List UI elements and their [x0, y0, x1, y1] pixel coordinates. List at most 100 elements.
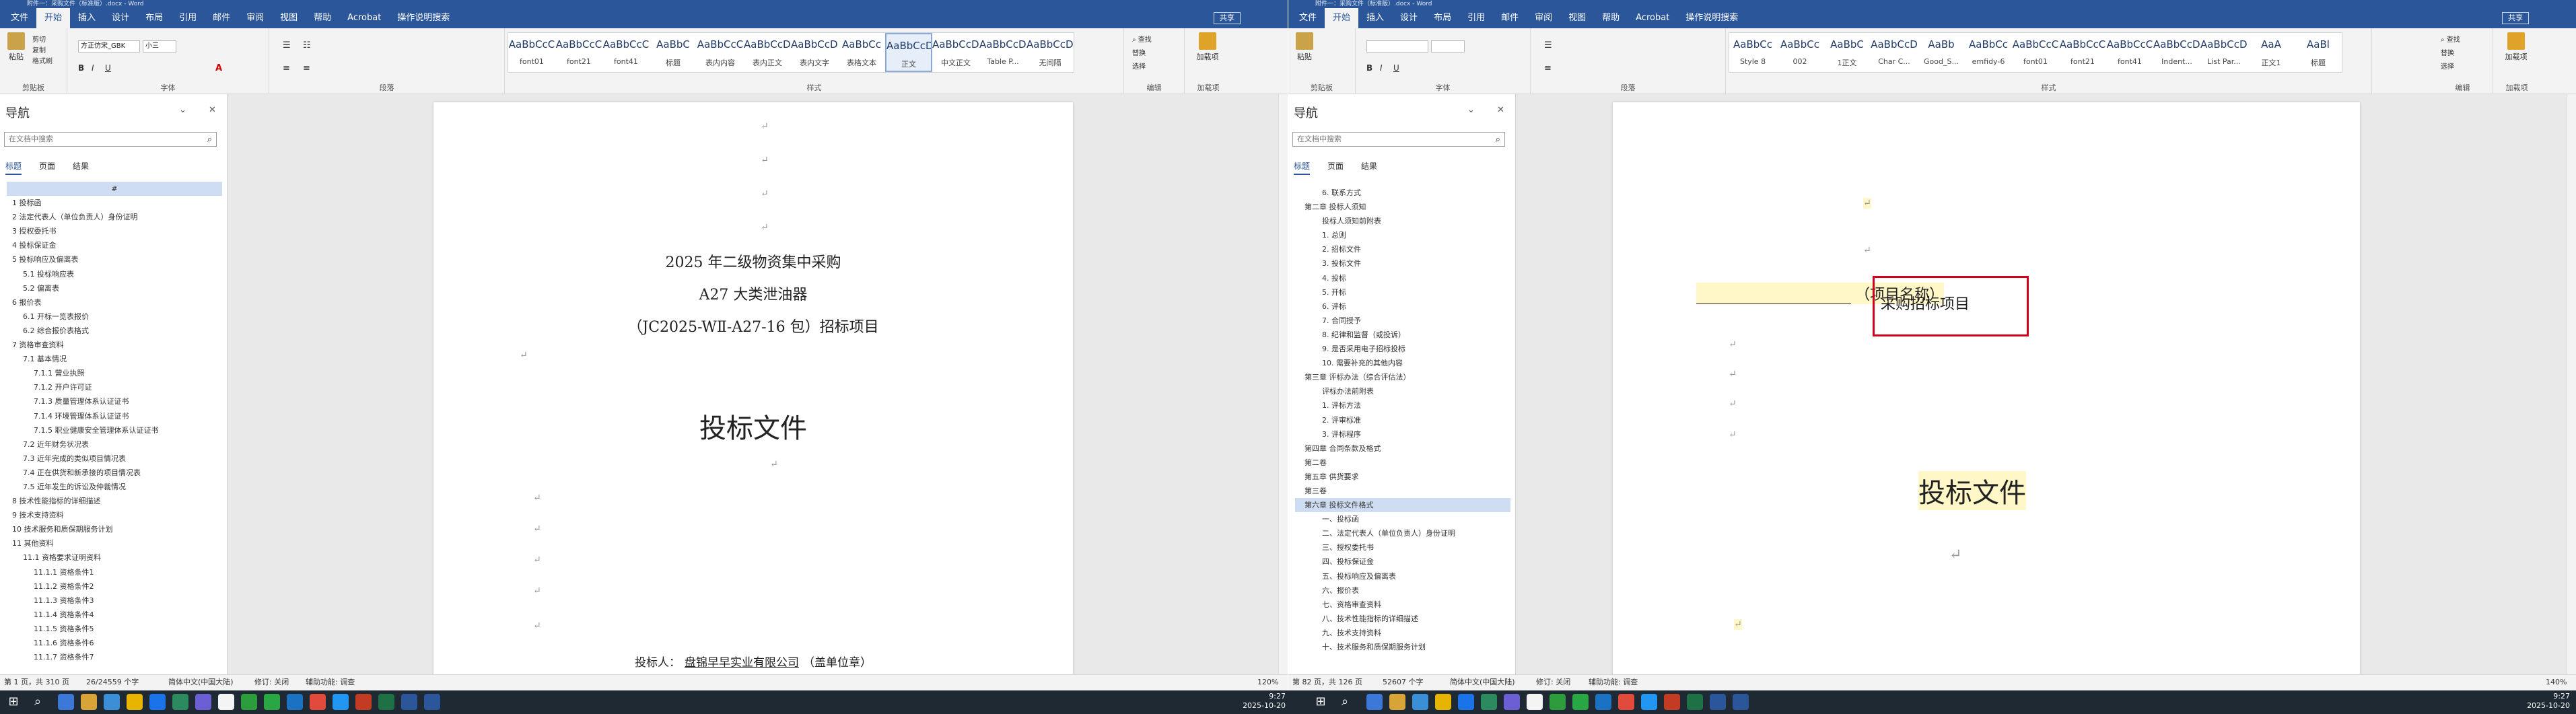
- style-item[interactable]: AaBbCcDd Indent...: [2153, 33, 2200, 72]
- nav-item[interactable]: 第四章 合同条款及格式: [1295, 441, 1510, 456]
- style-item[interactable]: AaBbCcC font01: [508, 33, 555, 72]
- bold-button[interactable]: B: [1366, 63, 1372, 73]
- nav-tab-headings[interactable]: 标题: [1294, 160, 1311, 175]
- windows-start-icon[interactable]: ⊞: [1313, 694, 1329, 710]
- style-item[interactable]: AaA 正文1: [2248, 33, 2295, 72]
- app-icon[interactable]: [1412, 694, 1428, 710]
- word-icon[interactable]: [1710, 694, 1726, 710]
- nav-item[interactable]: 第三章 评标办法（综合评估法）: [1295, 370, 1510, 384]
- language-status[interactable]: 简体中文(中国大陆): [1450, 675, 1515, 690]
- style-item[interactable]: AaBbCcC font41: [2106, 33, 2153, 72]
- nav-item[interactable]: 7.1.4 环境管理体系认证证书: [7, 409, 222, 423]
- tab-layout[interactable]: 布局: [137, 8, 171, 28]
- nav-item[interactable]: 8. 纪律和监督（或投诉）: [1295, 328, 1510, 342]
- align-left-button[interactable]: ≡: [283, 63, 290, 73]
- app-icon[interactable]: [287, 694, 303, 710]
- word-count[interactable]: 26/24559 个字: [86, 675, 139, 690]
- nav-item[interactable]: 11.1.4 资格条件4: [7, 608, 222, 622]
- style-item[interactable]: AaBbCcC font21: [2059, 33, 2106, 72]
- nav-item[interactable]: 7.1.1 营业执照: [7, 366, 222, 380]
- style-item[interactable]: AaBbCc Style 8: [1729, 33, 1776, 72]
- find-button[interactable]: ⌕ 查找: [2441, 34, 2460, 44]
- excel-icon[interactable]: [1687, 694, 1703, 710]
- numbering-button[interactable]: ☷: [303, 40, 311, 50]
- nav-item[interactable]: 第六章 投标文件格式: [1295, 498, 1510, 513]
- folder-icon[interactable]: [1389, 694, 1405, 710]
- nav-tab-results[interactable]: 结果: [1361, 160, 1377, 175]
- bullets-button[interactable]: ☰: [1544, 40, 1552, 50]
- tab-home[interactable]: 开始: [36, 8, 71, 28]
- app-icon[interactable]: [104, 694, 120, 710]
- nav-item[interactable]: 3. 评标程序: [1295, 427, 1510, 441]
- nav-item[interactable]: 11.1.2 资格条件2: [7, 579, 222, 594]
- file-icon[interactable]: [1527, 694, 1543, 710]
- nav-tab-pages[interactable]: 页面: [39, 160, 55, 175]
- vertical-scrollbar[interactable]: [2567, 94, 2576, 674]
- style-item[interactable]: AaBbCcD Char C...: [1871, 33, 1918, 72]
- nav-item[interactable]: 9. 是否采用电子招标投标: [1295, 342, 1510, 356]
- tab-insert[interactable]: 插入: [70, 8, 104, 28]
- tab-references[interactable]: 引用: [1459, 8, 1493, 28]
- page-count[interactable]: 第 1 页，共 310 页: [4, 675, 69, 690]
- app-icon[interactable]: [1618, 694, 1634, 710]
- nav-item[interactable]: 7. 合同授予: [1295, 314, 1510, 328]
- nav-item[interactable]: 11.1.6 资格条件6: [7, 636, 222, 650]
- nav-tab-pages[interactable]: 页面: [1327, 160, 1344, 175]
- font-name-combo[interactable]: 方正仿宋_GBK: [78, 40, 140, 52]
- nav-item[interactable]: 第三卷: [1295, 484, 1510, 498]
- wechat-icon[interactable]: [241, 694, 257, 710]
- nav-item[interactable]: 4 投标保证金: [7, 238, 222, 252]
- word-icon[interactable]: [1733, 694, 1749, 710]
- app-icon[interactable]: [1504, 694, 1520, 710]
- nav-item[interactable]: 六、报价表: [1295, 583, 1510, 598]
- wechat-icon[interactable]: [1550, 694, 1566, 710]
- tab-insert[interactable]: 插入: [1358, 8, 1392, 28]
- track-changes-status[interactable]: 修订: 关闭: [254, 675, 289, 690]
- font-name-combo[interactable]: [1366, 40, 1428, 52]
- tab-mailings[interactable]: 邮件: [205, 8, 238, 28]
- app-icon[interactable]: [195, 694, 211, 710]
- nav-item[interactable]: 1. 总则: [1295, 228, 1510, 242]
- nav-item[interactable]: 3. 投标文件: [1295, 256, 1510, 271]
- nav-search-input[interactable]: 在文档中搜索 ⌕: [4, 132, 217, 147]
- nav-item[interactable]: 三、授权委托书: [1295, 540, 1510, 555]
- tab-view[interactable]: 视图: [1560, 8, 1594, 28]
- search-icon[interactable]: ⌕: [30, 694, 46, 710]
- nav-item[interactable]: 2 法定代表人（单位负责人）身份证明: [7, 210, 222, 224]
- app-icon[interactable]: [1435, 694, 1451, 710]
- tab-home[interactable]: 开始: [1325, 8, 1359, 28]
- font-size-combo[interactable]: 小三: [143, 40, 176, 52]
- chevron-down-icon[interactable]: ⌄: [1467, 105, 1475, 115]
- file-icon[interactable]: [218, 694, 234, 710]
- close-icon[interactable]: ✕: [1497, 105, 1504, 115]
- copy-button[interactable]: 复制: [32, 44, 46, 55]
- search-icon[interactable]: ⌕: [1337, 694, 1353, 710]
- style-item[interactable]: AaBbCc 表格文本: [838, 33, 885, 72]
- nav-item[interactable]: 11.1 资格要求证明资料: [7, 550, 222, 565]
- font-size-combo[interactable]: [1431, 40, 1465, 52]
- addins-button[interactable]: 加载项: [2503, 32, 2530, 62]
- tab-review[interactable]: 审阅: [238, 8, 272, 28]
- tell-me-search[interactable]: 操作说明搜索: [389, 8, 458, 28]
- nav-item[interactable]: 七、资格审查资料: [1295, 598, 1510, 612]
- nav-item[interactable]: 5 投标响应及偏离表: [7, 252, 222, 266]
- share-button[interactable]: 共享: [1214, 12, 1241, 24]
- nav-item[interactable]: 7 资格审查资料: [7, 338, 222, 352]
- replace-button[interactable]: 替换: [1132, 47, 1146, 57]
- tab-view[interactable]: 视图: [272, 8, 306, 28]
- paste-button[interactable]: 粘贴: [3, 32, 30, 62]
- underline-button[interactable]: U: [105, 63, 111, 73]
- style-item[interactable]: AaBbC 1正文: [1823, 33, 1871, 72]
- nav-search-input[interactable]: 在文档中搜索 ⌕: [1292, 132, 1505, 147]
- nav-item[interactable]: 8 技术性能指标的详细描述: [7, 494, 222, 508]
- style-item[interactable]: AaBbCcDd 中文正文: [932, 33, 979, 72]
- nav-item[interactable]: 九、技术支持资料: [1295, 626, 1510, 640]
- tab-file[interactable]: 文件: [1291, 8, 1325, 28]
- folder-icon[interactable]: [81, 694, 97, 710]
- tab-references[interactable]: 引用: [171, 8, 205, 28]
- tab-file[interactable]: 文件: [3, 8, 36, 28]
- replace-button[interactable]: 替换: [2441, 47, 2454, 57]
- nav-item[interactable]: 投标人须知前附表: [1295, 214, 1510, 228]
- nav-item[interactable]: 第五章 供货要求: [1295, 470, 1510, 484]
- style-item[interactable]: AaBb Good_S...: [1918, 33, 1965, 72]
